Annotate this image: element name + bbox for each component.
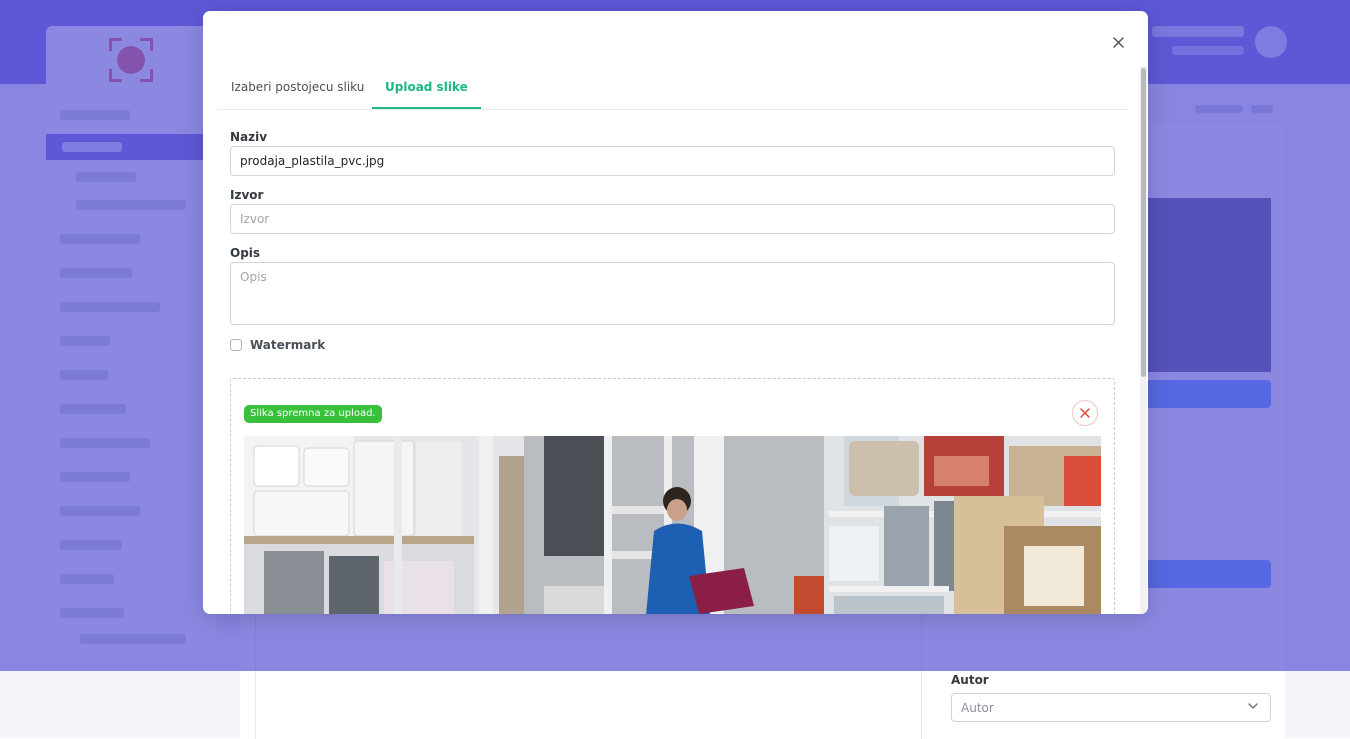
- tab-upload-slike[interactable]: Upload slike: [372, 71, 481, 109]
- autor-select-value: Autor: [961, 701, 994, 715]
- upload-status-badge: Slika spremna za upload.: [244, 405, 382, 423]
- izvor-label: Izvor: [230, 188, 264, 202]
- image-modal: Izaberi postojecu sliku Upload slike Naz…: [203, 11, 1148, 614]
- izvor-input[interactable]: [230, 204, 1115, 234]
- store-photo-illustration: [244, 436, 1101, 614]
- upload-dropzone[interactable]: Slika spremna za upload.: [230, 378, 1115, 614]
- watermark-checkbox[interactable]: [230, 339, 242, 351]
- chevron-down-icon: [1248, 703, 1258, 709]
- close-icon: [1112, 36, 1124, 48]
- opis-label: Opis: [230, 246, 261, 260]
- remove-image-button[interactable]: [1072, 400, 1098, 426]
- uploaded-image-preview: [244, 436, 1101, 614]
- modal-tabs: Izaberi postojecu sliku Upload slike: [218, 71, 1128, 110]
- autor-select[interactable]: Autor: [951, 693, 1271, 722]
- autor-label: Autor: [951, 673, 989, 687]
- modal-scrollbar-thumb[interactable]: [1141, 68, 1146, 377]
- remove-x-icon: [1080, 408, 1090, 418]
- tab-izaberi-postojecu-sliku[interactable]: Izaberi postojecu sliku: [218, 71, 377, 108]
- watermark-row: Watermark: [230, 337, 325, 353]
- watermark-label[interactable]: Watermark: [250, 338, 325, 352]
- naziv-label: Naziv: [230, 130, 268, 144]
- close-button[interactable]: [1108, 32, 1128, 52]
- naziv-input[interactable]: [230, 146, 1115, 176]
- opis-textarea[interactable]: [230, 262, 1115, 325]
